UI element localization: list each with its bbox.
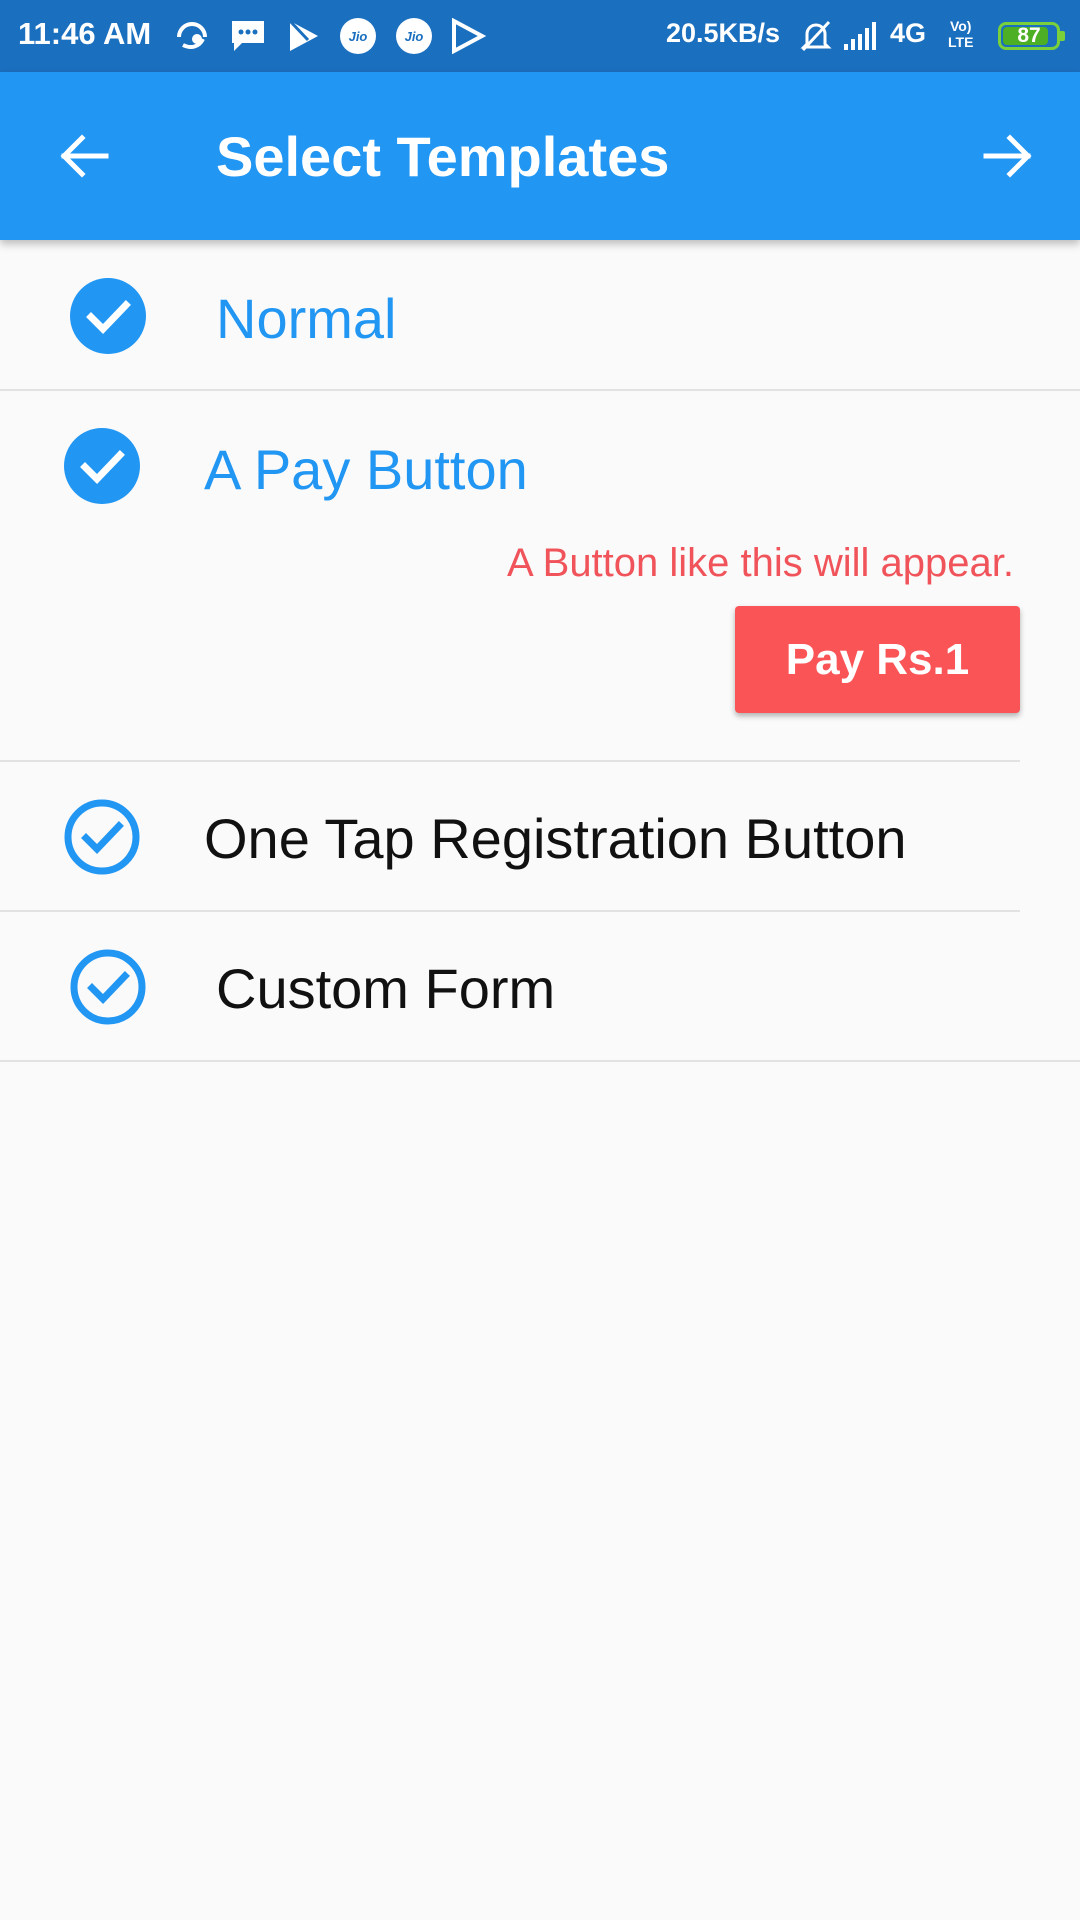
template-label: A Pay Button: [204, 438, 528, 501]
uc-browser-icon: [172, 16, 212, 56]
play-store-icon: [448, 16, 488, 56]
list-item[interactable]: A Pay Button A Button like this will app…: [0, 391, 1080, 761]
arrow-right-icon: [983, 134, 1032, 178]
app-bar: Select Templates: [0, 72, 1080, 240]
arrow-left-icon: [60, 134, 109, 178]
play-store-icon: [284, 16, 324, 56]
battery-level: 87: [1017, 24, 1041, 47]
check-circle-icon[interactable]: [64, 428, 140, 504]
pay-button[interactable]: Pay Rs.1: [735, 606, 1020, 713]
messages-icon: [228, 16, 268, 56]
status-time: 11:46 AM: [18, 16, 152, 51]
network-speed: 20.5KB/s: [666, 18, 781, 48]
template-label: Normal: [216, 287, 397, 350]
list-item[interactable]: One Tap Registration Button: [0, 762, 1080, 910]
list-item[interactable]: Custom Form: [0, 912, 1080, 1060]
battery-icon: 87: [998, 22, 1065, 50]
list-item[interactable]: Normal: [0, 240, 1080, 390]
pay-button-hint: A Button like this will appear.: [507, 541, 1014, 585]
template-label: One Tap Registration Button: [204, 807, 907, 870]
network-type: 4G: [890, 18, 927, 48]
page-title: Select Templates: [216, 125, 670, 188]
next-button[interactable]: [972, 120, 1044, 192]
template-list: Normal A Pay Button A Button like this w…: [0, 240, 1080, 1062]
jio-icon: Jio: [394, 16, 434, 56]
mute-icon: [796, 16, 836, 56]
jio-icon: Jio: [338, 16, 378, 56]
check-circle-icon[interactable]: [70, 278, 146, 354]
check-circle-outline-icon[interactable]: [64, 799, 140, 875]
volte-indicator: Vo) LTE: [948, 18, 974, 50]
check-circle-outline-icon[interactable]: [70, 949, 146, 1025]
status-bar: 11:46 AM Jio Jio 20.5KB/s 4G Vo) LTE 87: [0, 0, 1080, 72]
divider: [0, 1060, 1080, 1062]
back-button[interactable]: [48, 120, 120, 192]
template-label: Custom Form: [216, 957, 556, 1020]
signal-icon: [842, 16, 882, 56]
